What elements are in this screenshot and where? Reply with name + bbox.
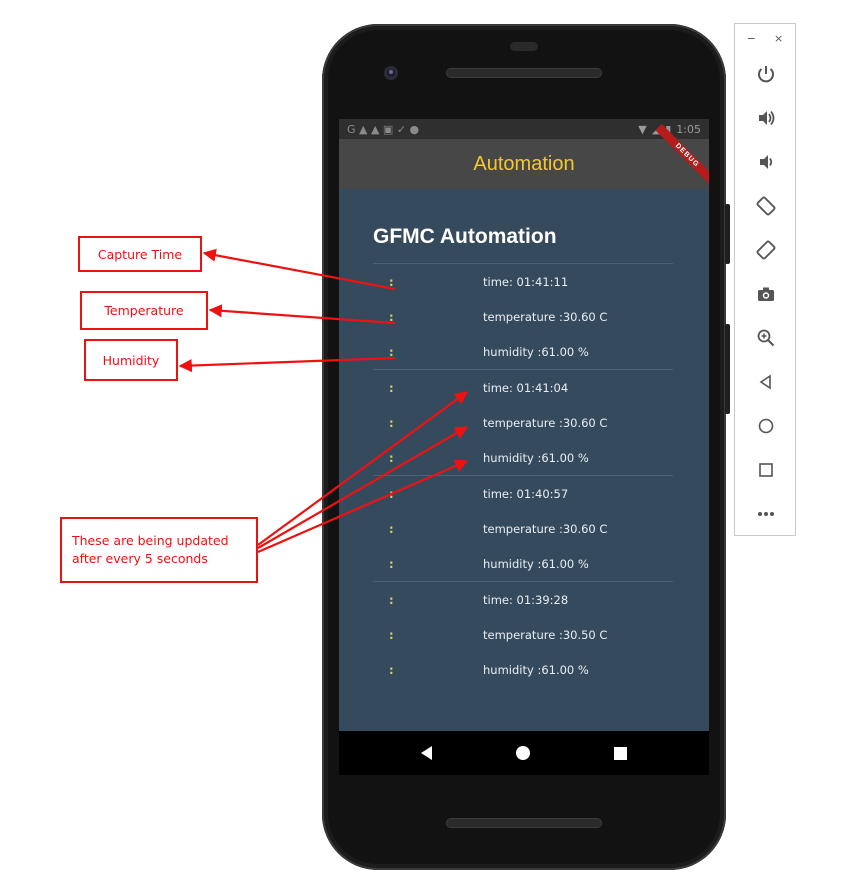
arrow-updated-time — [257, 391, 469, 546]
annotation-capture-time: Capture Time — [78, 236, 202, 272]
annotation-line-2: after every 5 seconds — [72, 551, 208, 566]
annotation-arrows — [178, 248, 469, 554]
annotation-update-interval: These are being updated after every 5 se… — [60, 517, 258, 583]
annotation-temperature: Temperature — [80, 291, 208, 330]
annotation-line-1: These are being updated — [72, 533, 229, 548]
arrow-humidity — [178, 356, 396, 373]
arrow-temperature — [208, 304, 396, 325]
arrow-capture-time — [202, 248, 396, 291]
annotation-humidity: Humidity — [84, 339, 178, 381]
arrow-updated-temperature — [257, 426, 469, 549]
arrow-updated-humidity — [257, 459, 469, 554]
